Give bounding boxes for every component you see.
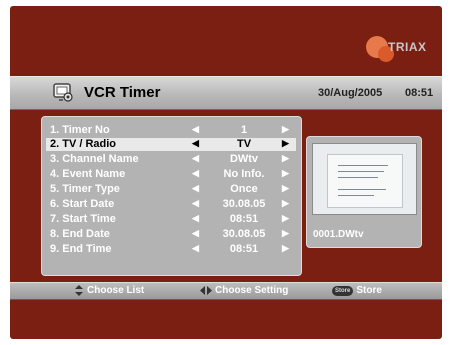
menu-item-value: DWtv [229, 153, 259, 165]
menu-item-start-time[interactable]: 7. Start Time ◀ 08:51 ▶ [46, 213, 296, 226]
menu-item-event-name[interactable]: 4. Event Name ◀ No Info. ▶ [46, 168, 296, 181]
arrow-right-icon[interactable]: ▶ [282, 198, 289, 209]
menu-item-end-date[interactable]: 8. End Date ◀ 30.08.05 ▶ [46, 228, 296, 241]
arrow-left-icon[interactable]: ◀ [192, 228, 199, 239]
help-label: Choose List [87, 285, 145, 296]
help-label: Store [356, 285, 382, 296]
page-title: VCR Timer [84, 84, 161, 101]
current-time: 08:51 [405, 87, 434, 99]
triax-logo: TRIAX [366, 32, 436, 62]
preview-text-line [338, 165, 388, 166]
menu-item-label: 3. Channel Name [50, 153, 139, 165]
menu-item-start-date[interactable]: 6. Start Date ◀ 30.08.05 ▶ [46, 198, 296, 211]
arrow-right-icon[interactable]: ▶ [282, 213, 289, 224]
current-date: 30/Aug/2005 [318, 87, 383, 99]
arrow-left-icon[interactable]: ◀ [192, 124, 199, 135]
preview-text-line [338, 189, 386, 190]
arrow-right-icon[interactable]: ▶ [282, 183, 289, 194]
menu-item-channel-name[interactable]: 3. Channel Name ◀ DWtv ▶ [46, 153, 296, 166]
tv-settings-icon [53, 83, 73, 102]
menu-item-value: TV [236, 138, 252, 150]
menu-item-label: 9. End Time [50, 243, 112, 255]
tv-screen: TRIAX VCR Timer 30/Aug/2005 08:51 1. Tim… [10, 6, 442, 339]
menu-item-timer-no[interactable]: 1. Timer No ◀ 1 ▶ [46, 124, 296, 137]
menu-item-label: 8. End Date [50, 228, 110, 240]
arrow-right-icon[interactable]: ▶ [282, 153, 289, 164]
menu-item-value: Once [230, 183, 258, 195]
arrow-left-icon[interactable]: ◀ [192, 138, 199, 149]
menu-item-label: 4. Event Name [50, 168, 126, 180]
arrow-right-icon[interactable]: ▶ [282, 243, 289, 254]
preview-content [327, 154, 403, 208]
arrow-right-icon[interactable]: ▶ [282, 138, 289, 149]
arrow-right-icon[interactable]: ▶ [282, 168, 289, 179]
menu-item-label: 2. TV / Radio [50, 138, 117, 150]
left-right-icon [200, 286, 212, 295]
menu-item-timer-type[interactable]: 5. Timer Type ◀ Once ▶ [46, 183, 296, 196]
help-bar: Choose List Choose Setting Store Store [10, 282, 442, 300]
preview-text-line [338, 195, 374, 196]
preview-text-line [338, 171, 384, 172]
arrow-left-icon[interactable]: ◀ [192, 213, 199, 224]
menu-item-value: 30.08.05 [222, 198, 266, 210]
arrow-left-icon[interactable]: ◀ [192, 168, 199, 179]
arrow-left-icon[interactable]: ◀ [192, 153, 199, 164]
channel-preview-panel: 0001.DWtv [306, 136, 422, 248]
menu-item-label: 5. Timer Type [50, 183, 120, 195]
menu-item-value: No Info. [223, 168, 265, 180]
header-bar: VCR Timer 30/Aug/2005 08:51 [10, 76, 442, 110]
channel-preview-image [312, 143, 417, 215]
menu-item-value: 1 [240, 124, 248, 136]
arrow-right-icon[interactable]: ▶ [282, 228, 289, 239]
help-store: Store Store [332, 285, 382, 296]
menu-item-label: 7. Start Time [50, 213, 116, 225]
menu-item-value: 08:51 [229, 243, 259, 255]
help-label: Choose Setting [215, 285, 289, 296]
menu-item-value: 30.08.05 [222, 228, 266, 240]
menu-item-label: 6. Start Date [50, 198, 115, 210]
menu-item-label: 1. Timer No [50, 124, 110, 136]
up-down-icon [75, 285, 83, 296]
arrow-left-icon[interactable]: ◀ [192, 183, 199, 194]
arrow-right-icon[interactable]: ▶ [282, 124, 289, 135]
help-choose-list: Choose List [74, 285, 144, 296]
brand-name: TRIAX [388, 40, 427, 54]
preview-text-line [338, 177, 378, 178]
menu-item-end-time[interactable]: 9. End Time ◀ 08:51 ▶ [46, 243, 296, 256]
preview-channel-label: 0001.DWtv [313, 229, 364, 240]
store-key-icon: Store [332, 285, 354, 296]
arrow-left-icon[interactable]: ◀ [192, 198, 199, 209]
menu-item-value: 08:51 [229, 213, 259, 225]
menu-item-tv-radio[interactable]: 2. TV / Radio ◀ TV ▶ [46, 138, 296, 151]
timer-settings-panel: 1. Timer No ◀ 1 ▶ 2. TV / Radio ◀ TV ▶ 3… [41, 116, 302, 276]
help-choose-setting: Choose Setting [200, 285, 288, 296]
arrow-left-icon[interactable]: ◀ [192, 243, 199, 254]
